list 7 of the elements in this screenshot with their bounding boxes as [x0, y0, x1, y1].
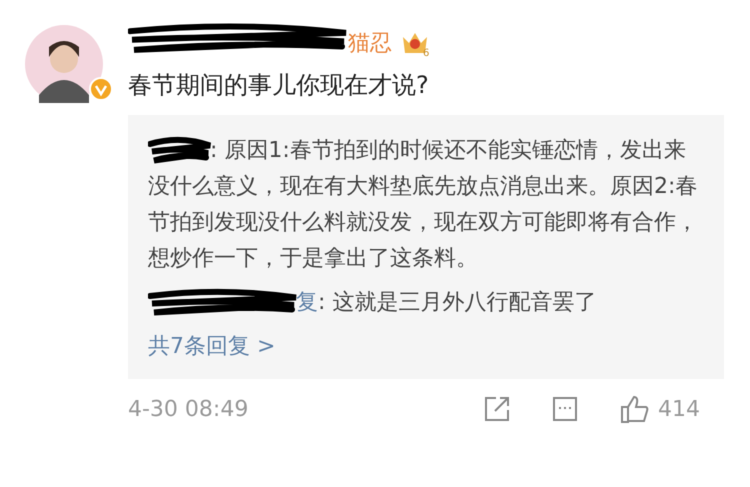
like-count: 414: [658, 396, 700, 422]
reply-text: 复: 这就是三月外八行配音罢了: [148, 285, 704, 321]
comment-text: 春节期间的事儿你现在才说?: [128, 70, 430, 101]
user-name[interactable]: 猫忍: [348, 28, 392, 58]
more-replies-link[interactable]: 共7条回复 >: [148, 329, 704, 365]
timestamp: 4-30 08:49: [128, 396, 250, 422]
reply-text: : 原因1:春节拍到的时候还不能实锤恋情，发出来没什么意义，现在有大料垫底先放点消息出来。原因2:春节拍到发现没什么料就没发，现在双方可能即将有合作，想炒作一下，于是拿出了这条料。: [148, 133, 704, 277]
